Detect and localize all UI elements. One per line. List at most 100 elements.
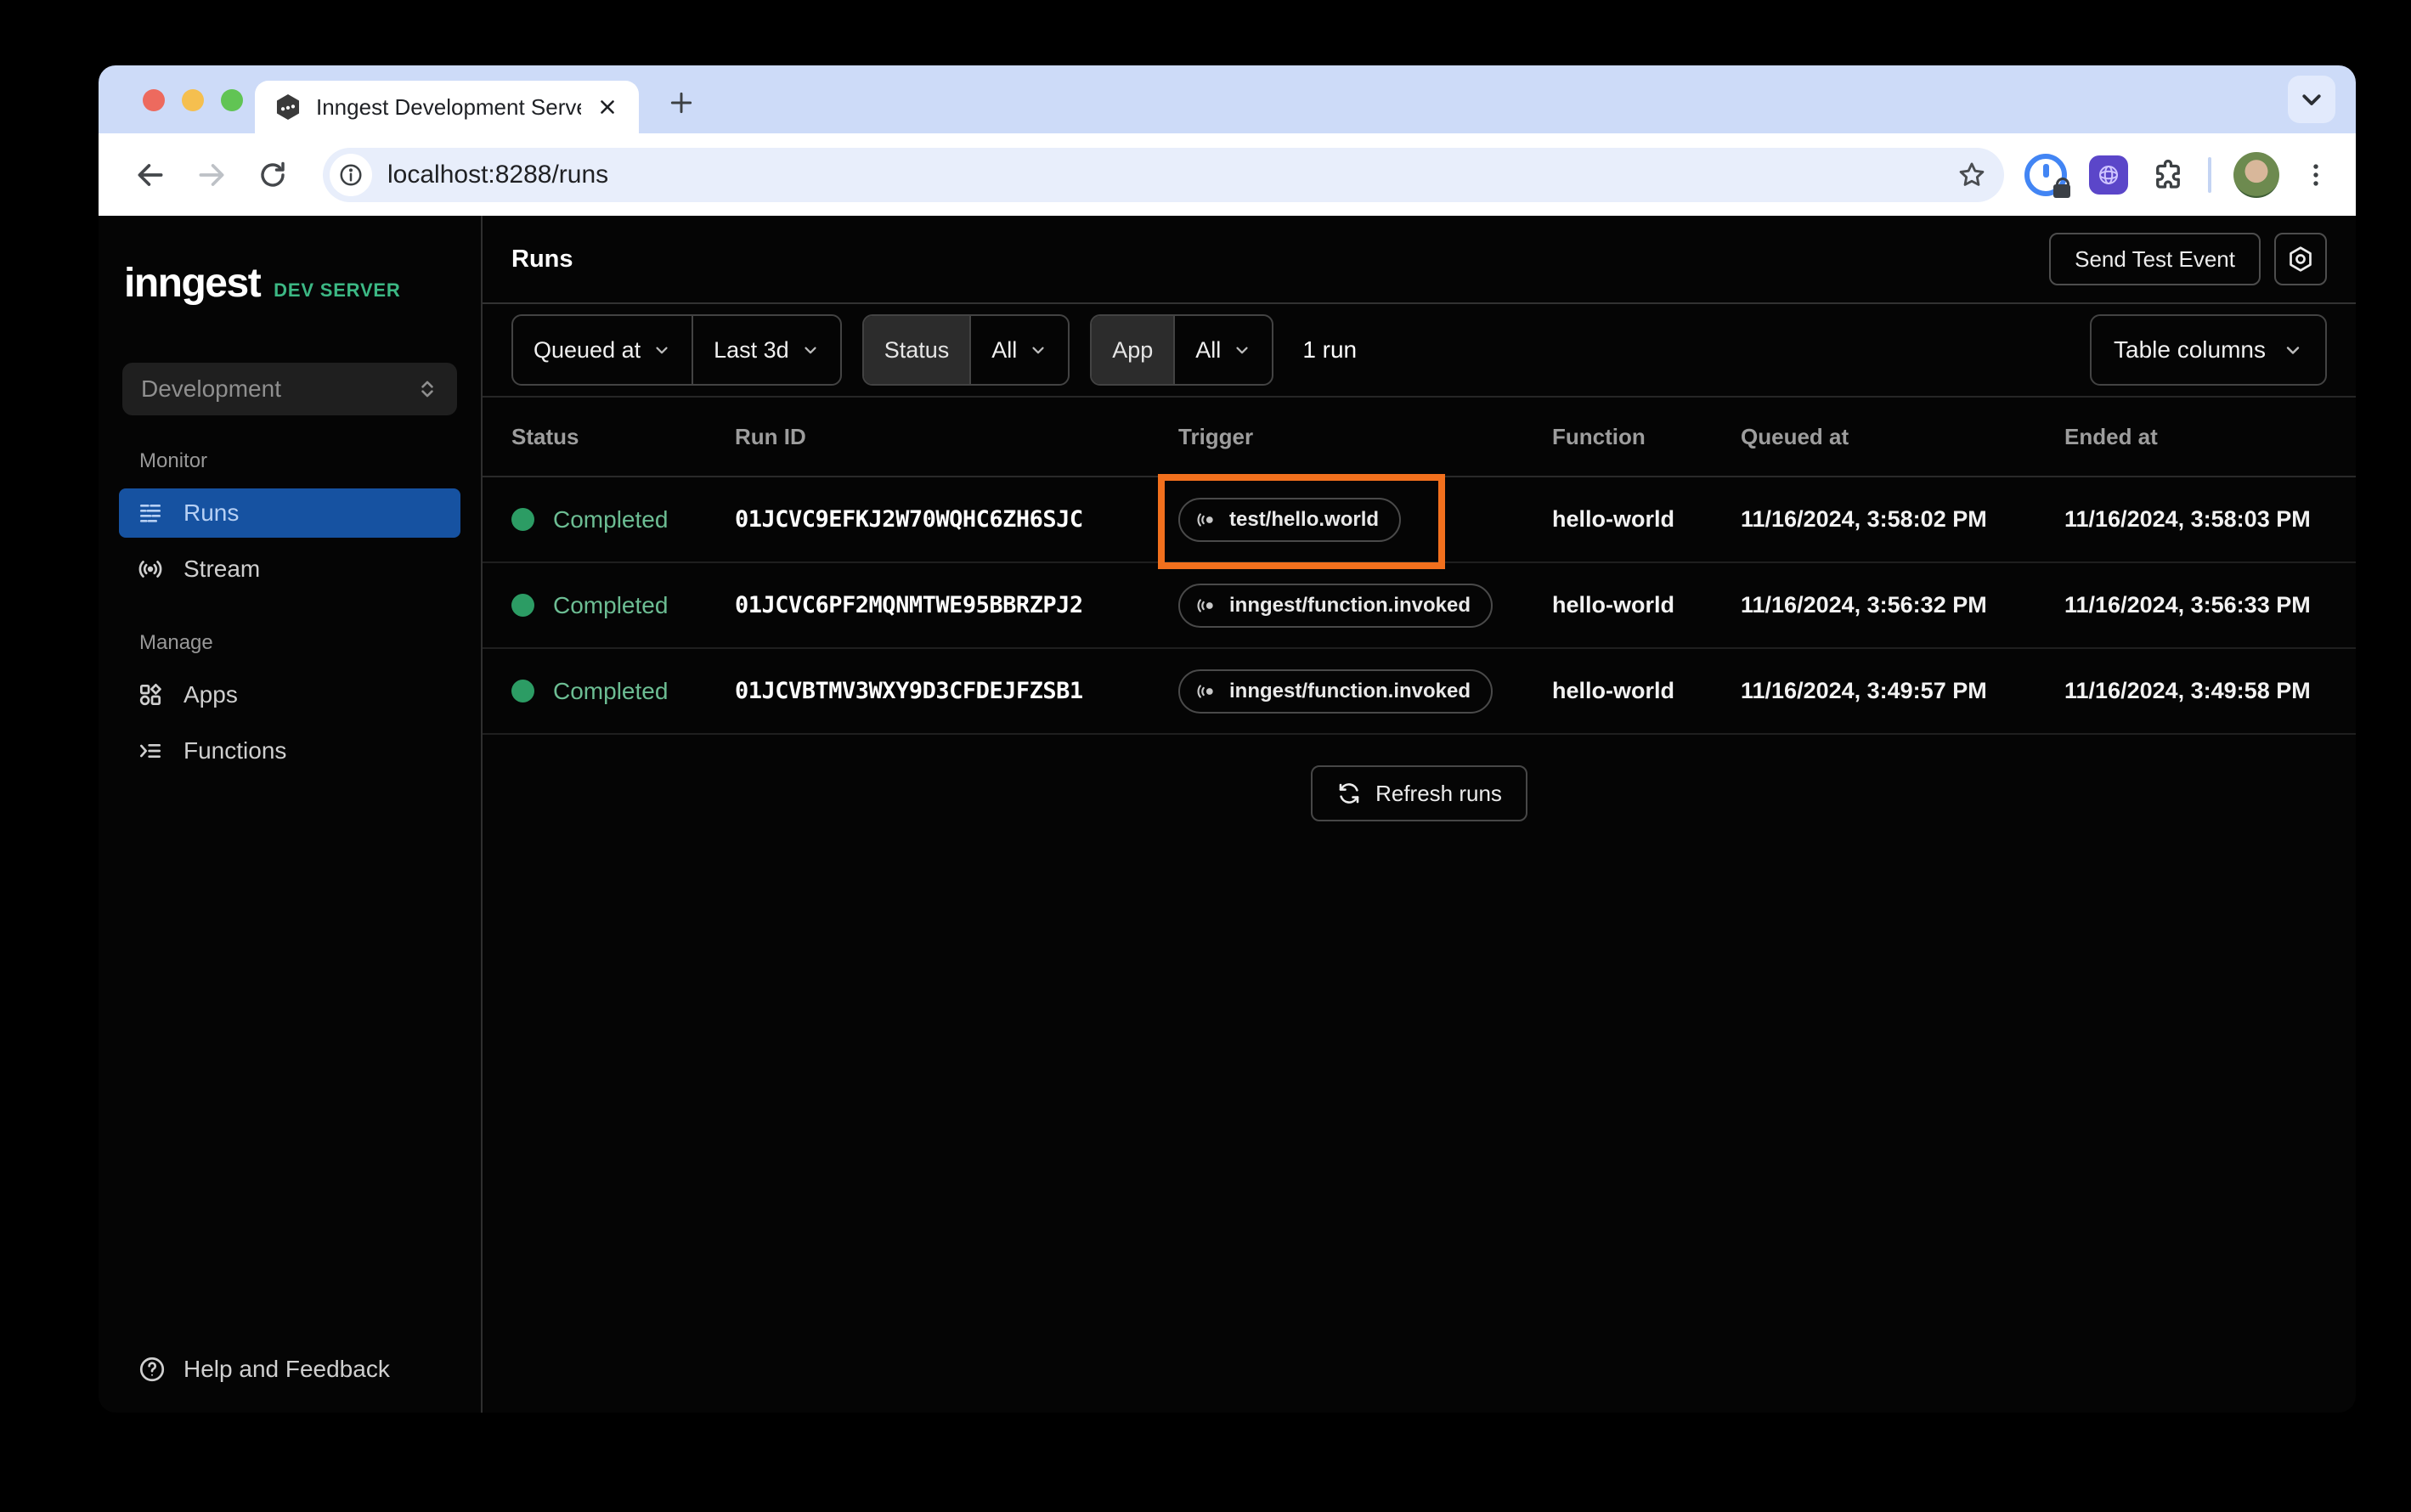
function-name: hello-world xyxy=(1552,506,1674,532)
sidebar-item-functions[interactable]: Functions xyxy=(119,726,460,776)
refresh-area: Refresh runs xyxy=(483,765,2356,821)
time-range-dropdown[interactable]: Last 3d xyxy=(692,316,840,384)
browser-window: Inngest Development Server localhost:828… xyxy=(99,65,2356,1413)
functions-icon xyxy=(136,736,165,765)
runs-list-icon xyxy=(136,499,165,528)
tab-close-icon[interactable] xyxy=(595,94,620,120)
profile-avatar[interactable] xyxy=(2233,151,2279,198)
function-name: hello-world xyxy=(1552,678,1674,703)
column-header-run-id: Run ID xyxy=(735,423,806,449)
sidebar-item-apps[interactable]: Apps xyxy=(119,670,460,719)
time-field-dropdown[interactable]: Queued at xyxy=(513,316,692,384)
run-status-cell: Completed xyxy=(511,506,735,533)
address-bar[interactable]: localhost:8288/runs xyxy=(323,147,2004,202)
table-row[interactable]: Completed 01JCVBTMV3WXY9D3CFDEJFZSB1 inn… xyxy=(483,649,2356,735)
browser-toolbar: localhost:8288/runs xyxy=(99,133,2356,216)
function-name: hello-world xyxy=(1552,592,1674,618)
page-header: Runs Send Test Event xyxy=(483,216,2356,304)
app-filter-label: App xyxy=(1092,316,1174,384)
column-header-status: Status xyxy=(511,423,579,449)
extensions-puzzle-icon[interactable] xyxy=(2150,157,2186,193)
help-label: Help and Feedback xyxy=(184,1356,390,1382)
settings-gear-button[interactable] xyxy=(2274,233,2327,285)
chevron-down-icon xyxy=(2286,347,2300,354)
status-filter-dropdown[interactable]: All xyxy=(969,316,1068,384)
ended-at-timestamp: 11/16/2024, 3:49:58 PM xyxy=(2064,678,2311,703)
queued-at-timestamp: 11/16/2024, 3:58:02 PM xyxy=(1741,506,1987,532)
browser-tab[interactable]: Inngest Development Server xyxy=(255,81,639,133)
apps-grid-icon xyxy=(136,680,165,709)
trigger-cell: inngest/function.invoked xyxy=(1178,583,1493,628)
close-window-button[interactable] xyxy=(143,89,165,111)
table-row[interactable]: Completed 01JCVC9EFKJ2W70WQHC6ZH6SJC tes… xyxy=(483,473,2356,569)
toolbar-divider xyxy=(2208,156,2211,193)
status-text: Completed xyxy=(553,505,669,533)
url-text: localhost:8288/runs xyxy=(387,160,609,189)
trigger-name: inngest/function.invoked xyxy=(1229,593,1471,617)
table-header-row: Status Run ID Trigger Function Queued at… xyxy=(483,398,2356,477)
trigger-cell: test/hello.world xyxy=(1158,473,1446,569)
refresh-runs-label: Refresh runs xyxy=(1375,780,1502,806)
fullscreen-window-button[interactable] xyxy=(221,89,243,111)
password-manager-extension-icon[interactable] xyxy=(2024,153,2070,198)
refresh-runs-button[interactable]: Refresh runs xyxy=(1311,765,1527,821)
run-id: 01JCVC9EFKJ2W70WQHC6ZH6SJC xyxy=(735,506,1083,533)
minimize-window-button[interactable] xyxy=(182,89,204,111)
new-tab-button[interactable] xyxy=(663,84,700,121)
sidebar: inngest DEV SERVER Development Monitor R… xyxy=(99,216,483,1413)
manage-section-label: Manage xyxy=(139,631,213,654)
queued-at-timestamp: 11/16/2024, 3:56:32 PM xyxy=(1741,592,1987,618)
time-range-value: Last 3d xyxy=(714,336,789,363)
time-filter: Queued at Last 3d xyxy=(511,314,842,386)
send-test-event-button[interactable]: Send Test Event xyxy=(2049,233,2261,285)
column-header-queued-at: Queued at xyxy=(1741,423,1849,449)
filter-bar: Queued at Last 3d Status All App All 1 r… xyxy=(483,304,2356,398)
trigger-badge[interactable]: test/hello.world xyxy=(1178,497,1402,542)
chevron-down-icon xyxy=(805,347,816,354)
reload-icon[interactable] xyxy=(246,149,299,201)
event-broadcast-icon xyxy=(1197,598,1213,612)
select-updown-icon xyxy=(416,378,438,400)
trigger-badge[interactable]: inngest/function.invoked xyxy=(1178,583,1493,628)
environment-value: Development xyxy=(141,375,281,402)
table-columns-label: Table columns xyxy=(2114,336,2266,363)
status-filter-value: All xyxy=(991,336,1018,363)
main-content: Runs Send Test Event Queued at Last 3d S… xyxy=(483,216,2356,1413)
forward-icon[interactable] xyxy=(185,149,238,201)
app-filter-dropdown[interactable]: All xyxy=(1173,316,1272,384)
environment-select[interactable]: Development xyxy=(122,363,457,415)
sidebar-item-label: Apps xyxy=(184,681,238,708)
trigger-name: test/hello.world xyxy=(1229,507,1380,531)
trigger-badge[interactable]: inngest/function.invoked xyxy=(1178,669,1493,714)
app-filter: App All xyxy=(1090,314,1274,386)
refresh-icon xyxy=(1339,783,1359,804)
status-completed-dot-icon xyxy=(511,508,534,531)
back-icon[interactable] xyxy=(124,149,177,201)
sidebar-item-runs[interactable]: Runs xyxy=(119,488,460,538)
window-controls xyxy=(143,89,243,111)
chevron-down-icon xyxy=(1236,347,1248,354)
site-info-icon[interactable] xyxy=(330,153,372,196)
desktop-background: Inngest Development Server localhost:828… xyxy=(0,0,2411,1512)
status-completed-dot-icon xyxy=(511,680,534,702)
sidebar-item-stream[interactable]: Stream xyxy=(119,544,460,594)
inngest-wordmark: inngest xyxy=(124,261,262,306)
trigger-cell: inngest/function.invoked xyxy=(1178,669,1493,714)
inngest-app: inngest DEV SERVER Development Monitor R… xyxy=(99,216,2356,1413)
status-text: Completed xyxy=(553,677,669,704)
queued-at-timestamp: 11/16/2024, 3:49:57 PM xyxy=(1741,678,1987,703)
tab-search-button[interactable] xyxy=(2288,76,2335,123)
purple-extension-icon[interactable] xyxy=(2089,155,2128,195)
browser-menu-icon[interactable] xyxy=(2301,161,2330,189)
table-columns-button[interactable]: Table columns xyxy=(2090,314,2327,386)
tab-title: Inngest Development Server xyxy=(316,93,581,120)
ended-at-timestamp: 11/16/2024, 3:58:03 PM xyxy=(2064,506,2311,532)
table-row[interactable]: Completed 01JCVC6PF2MQNMTWE95BBRZPJ2 inn… xyxy=(483,563,2356,649)
result-count: 1 run xyxy=(1302,336,1358,363)
column-header-function: Function xyxy=(1552,423,1646,449)
run-id: 01JCVC6PF2MQNMTWE95BBRZPJ2 xyxy=(735,592,1083,618)
column-header-ended-at: Ended at xyxy=(2064,423,2158,449)
help-and-feedback-link[interactable]: Help and Feedback xyxy=(99,1355,481,1384)
tab-strip: Inngest Development Server xyxy=(99,65,2356,133)
bookmark-star-icon[interactable] xyxy=(1956,160,1987,190)
